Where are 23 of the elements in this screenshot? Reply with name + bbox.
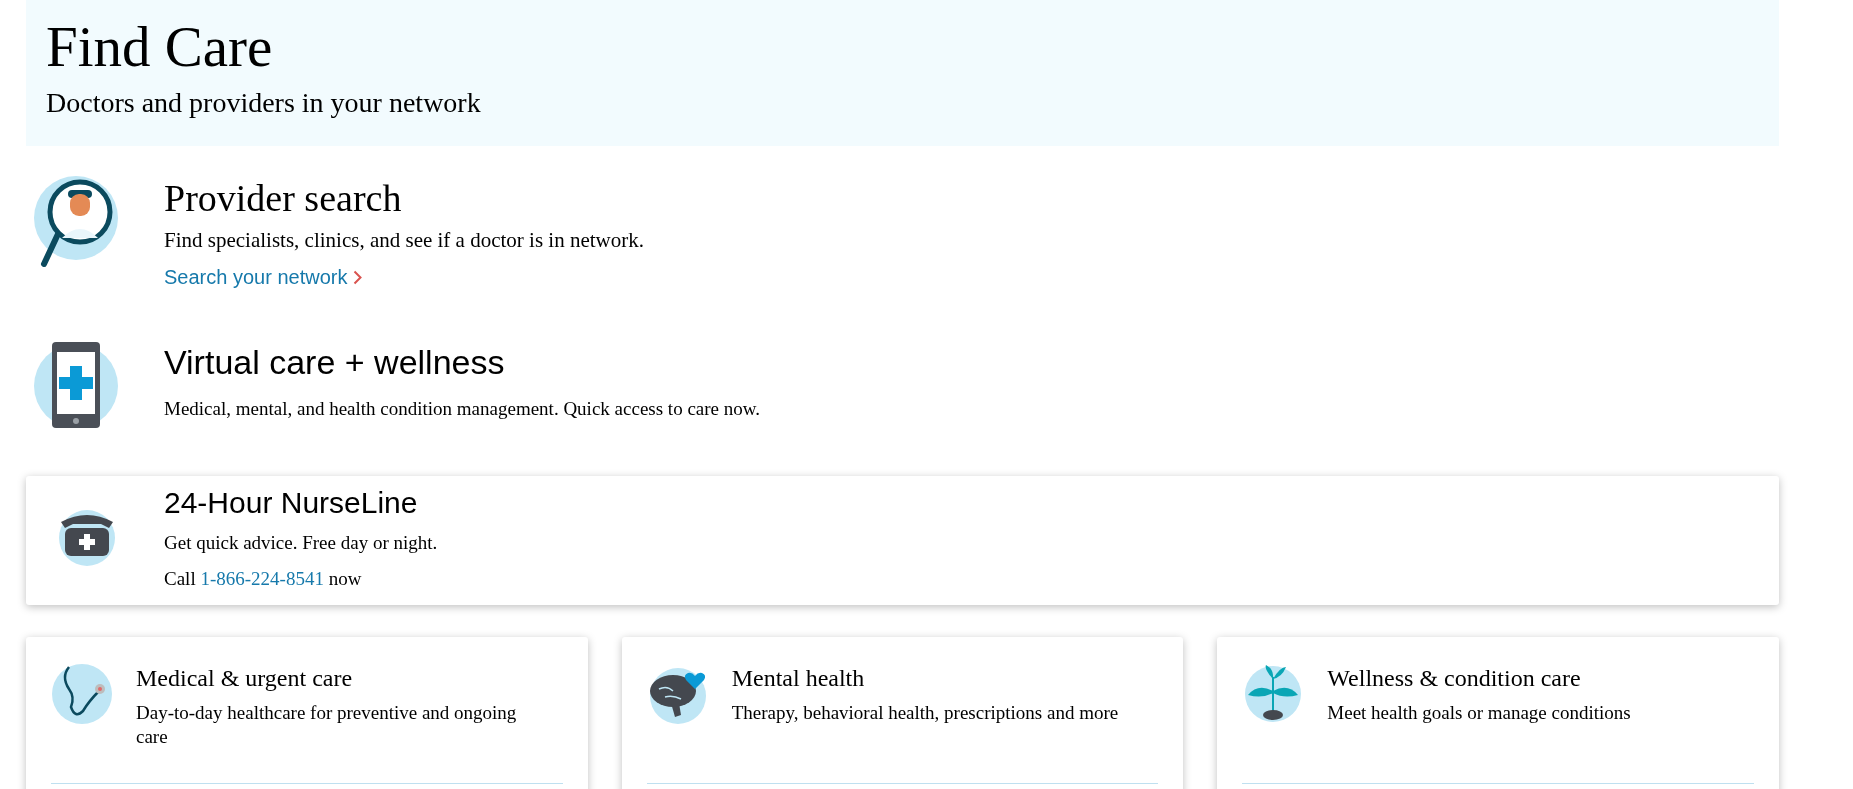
care-card[interactable]: Wellness & condition care Meet health goals or manage conditions (1217, 637, 1779, 789)
card-description: Therapy, behavioral health, prescriptions and more (731, 701, 1120, 725)
phone-medical-cross-icon (32, 340, 120, 430)
card-title: Mental health (731, 664, 866, 693)
card-title: Medical & urgent care (136, 664, 354, 693)
nurseline-title: 24-Hour NurseLine (164, 485, 419, 521)
card-description: Day-to-day healthcare for preventive and ongoing care (136, 701, 518, 749)
search-network-link[interactable]: Search your network (164, 264, 644, 290)
phone-link[interactable]: 1-866-224-8541 (200, 568, 324, 589)
section-description: Find specialists, clinics, and see if a doctor is in network. (164, 227, 644, 254)
page-subtitle: Doctors and providers in your network (46, 86, 482, 120)
card-title: Wellness & condition care (1327, 664, 1582, 693)
section-description: Medical, mental, and health condition management. Quick access to care now. (164, 397, 760, 421)
call-text: Call 1-866-224-8541 now (164, 567, 363, 591)
nurseline-description: Get quick advice. Free day or night. (164, 531, 438, 555)
page-title: Find Care (46, 14, 274, 80)
stethoscope-icon (51, 663, 113, 725)
care-card[interactable]: Mental health Therapy, behavioral health, prescriptions and more (621, 637, 1184, 789)
section-title: Provider search (164, 176, 403, 220)
card-description: Meet health goals or manage conditions (1327, 701, 1632, 725)
chevron-right-icon (353, 269, 363, 285)
care-card[interactable]: Medical & urgent care Day-to-day healthcare for preventive and ongoing care (26, 637, 588, 789)
section-title: Virtual care + wellness (164, 342, 506, 383)
